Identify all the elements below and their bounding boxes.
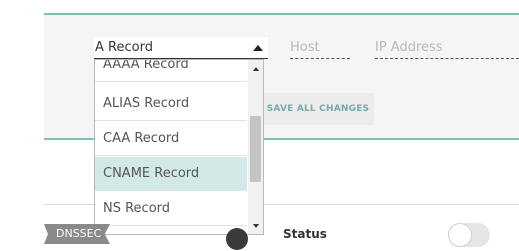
save-all-changes-button[interactable]: SAVE ALL CHANGES — [262, 93, 374, 125]
info-icon[interactable] — [226, 228, 248, 250]
scroll-up-arrow-icon[interactable] — [253, 67, 259, 71]
dnssec-label: DNSSEC — [56, 227, 102, 240]
dropdown-scrollbar[interactable] — [248, 60, 263, 234]
dnssec-status-toggle[interactable] — [448, 223, 490, 247]
status-label: Status — [283, 227, 327, 241]
record-type-value: A Record — [95, 40, 153, 55]
record-type-dropdown[interactable]: AAAA Record ALIAS Record CAA Record CNAM… — [94, 59, 264, 235]
scroll-down-arrow-icon[interactable] — [253, 224, 259, 228]
record-type-select[interactable]: A Record — [94, 37, 268, 59]
option-ns-record[interactable]: NS Record — [95, 192, 247, 226]
host-placeholder: Host — [290, 40, 320, 55]
option-alias-record[interactable]: ALIAS Record — [95, 87, 247, 121]
option-caa-record[interactable]: CAA Record — [95, 122, 247, 156]
panel-top-divider — [44, 13, 519, 15]
option-aaaa-record[interactable]: AAAA Record — [95, 60, 247, 82]
scrollbar-thumb[interactable] — [250, 116, 261, 182]
ip-address-input[interactable]: IP Address — [375, 37, 519, 59]
ip-address-placeholder: IP Address — [375, 40, 443, 55]
caret-up-icon — [253, 45, 263, 51]
toggle-knob — [449, 224, 471, 246]
dnssec-tag: DNSSEC — [44, 224, 110, 244]
option-cname-record[interactable]: CNAME Record — [95, 157, 247, 191]
host-input[interactable]: Host — [290, 37, 350, 59]
